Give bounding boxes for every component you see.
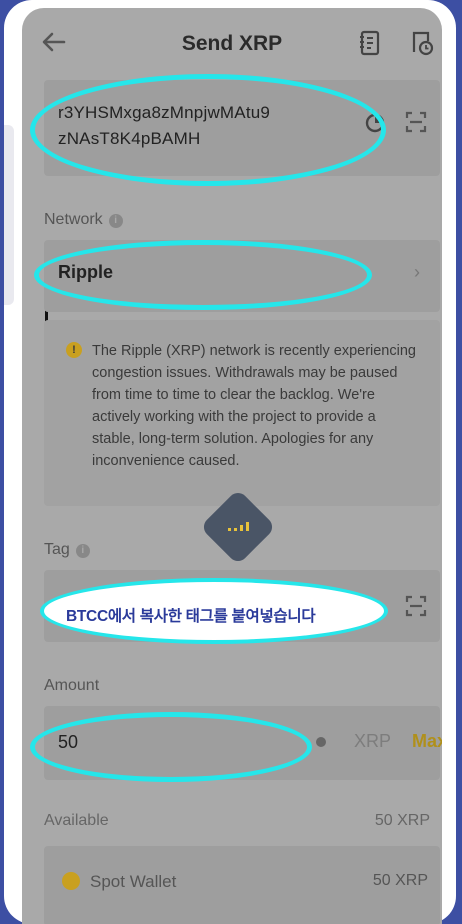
tag-scan-icon[interactable] bbox=[404, 594, 428, 618]
network-label-row: Network i bbox=[44, 211, 123, 229]
amount-unit: XRP bbox=[354, 731, 392, 751]
top-bar: Send XRP bbox=[22, 8, 442, 74]
warning-icon: ! bbox=[66, 342, 82, 358]
tag-label-row: Tag i bbox=[44, 541, 90, 559]
address-highlight-oval bbox=[30, 74, 386, 186]
tag-annotation-text: BTCC에서 복사한 태그를 붙여넣습니다 bbox=[66, 608, 316, 625]
notice-text: The Ripple (XRP) network is recently exp… bbox=[92, 343, 416, 469]
tag-info-icon[interactable]: i bbox=[75, 544, 90, 558]
wallet-value: 50 XRP bbox=[372, 872, 428, 889]
loading-icon bbox=[228, 522, 249, 531]
congestion-notice: ! The Ripple (XRP) network is recently e… bbox=[44, 320, 440, 506]
available-value: 50 XRP bbox=[374, 812, 430, 829]
history-icon[interactable] bbox=[410, 30, 434, 56]
network-label: Network bbox=[44, 211, 103, 228]
side-handle bbox=[4, 125, 14, 305]
chevron-right-icon: › bbox=[414, 262, 420, 282]
available-label: Available bbox=[44, 812, 109, 829]
clear-icon[interactable] bbox=[316, 737, 326, 747]
scan-icon[interactable] bbox=[404, 110, 428, 134]
wallet-icon bbox=[62, 872, 80, 890]
app-screen: Send XRP r3YHSMxga8zMnpjwMAtu9 zNAsT8K4p… bbox=[22, 8, 442, 924]
amount-label: Amount bbox=[44, 677, 100, 694]
phone-frame: Send XRP r3YHSMxga8zMnpjwMAtu9 zNAsT8K4p… bbox=[4, 0, 456, 924]
wallet-selector[interactable]: Spot Wallet 50 XRP bbox=[44, 846, 440, 924]
amount-highlight-oval bbox=[30, 712, 312, 782]
tag-label: Tag bbox=[44, 541, 70, 558]
address-book-icon[interactable] bbox=[358, 30, 382, 56]
max-button[interactable]: Max bbox=[412, 731, 442, 752]
network-highlight-oval bbox=[34, 240, 372, 310]
info-icon[interactable]: i bbox=[108, 214, 123, 228]
wallet-label: Spot Wallet bbox=[90, 872, 177, 891]
